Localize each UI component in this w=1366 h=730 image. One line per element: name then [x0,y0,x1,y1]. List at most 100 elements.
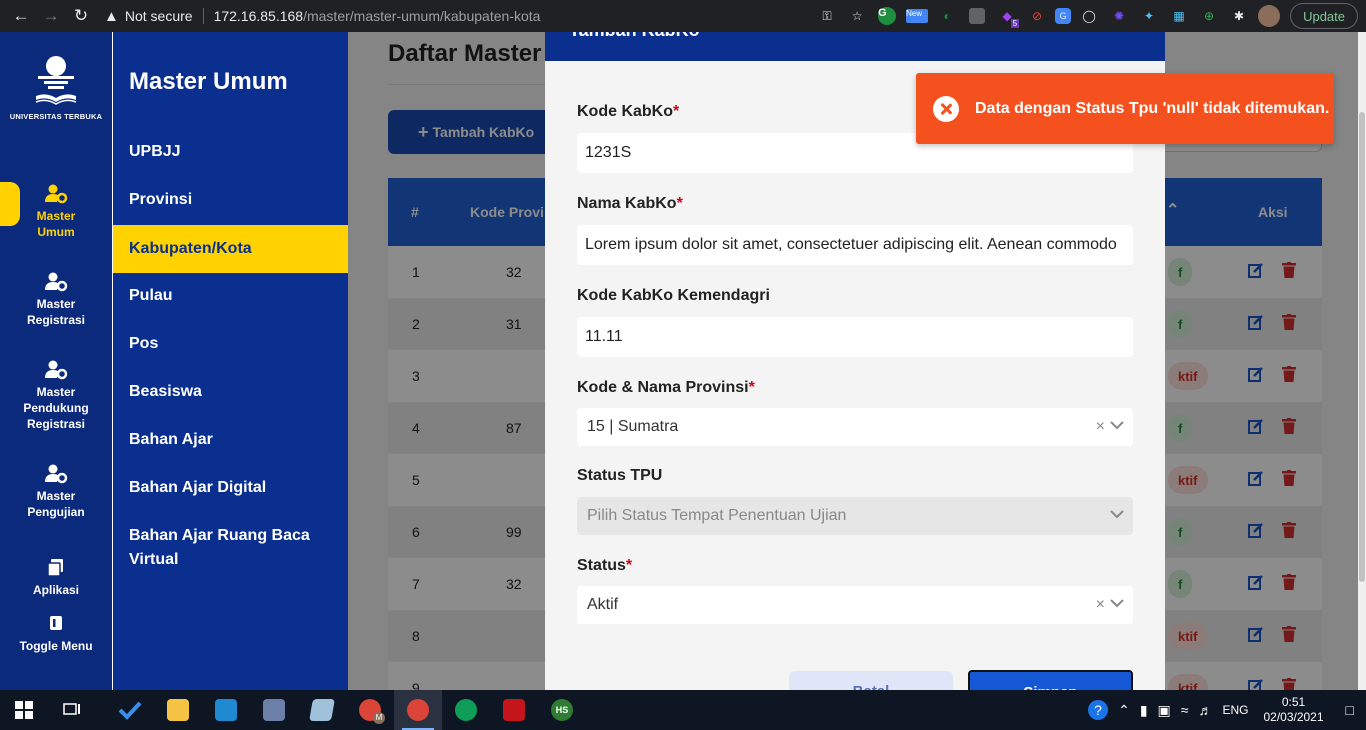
language-indicator[interactable]: ENG [1222,703,1248,717]
address-bar[interactable]: ▲ Not secure 172.16.85.168/master/master… [104,2,824,30]
extension-icon[interactable]: ⊘ [1025,4,1049,28]
url-divider [202,8,204,24]
wifi-icon[interactable]: ≈ [1181,702,1189,718]
url-host: 172.16.85.168 [213,8,304,24]
translate-icon[interactable]: G [1055,8,1072,24]
chrome-icon[interactable] [442,690,490,730]
rail-item-label: Master Registrasi [26,297,86,327]
rail-item-master-registrasi[interactable]: Master Registrasi [0,272,112,328]
rail-item-master-pengujian[interactable]: Master Pengujian [0,464,112,520]
app-icon[interactable] [298,690,346,730]
field-label-nama-kabko: Nama KabKo* [577,195,683,212]
submenu-item-bahan-ajar-ruang-baca[interactable]: Bahan Ajar Ruang Baca Virtual [113,524,313,572]
submenu-item-pos[interactable]: Pos [113,332,348,356]
icon-rail: UNIVERSITAS TERBUKA Master Umum Master R… [0,32,112,690]
puzzle-icon[interactable]: ✱ [1227,4,1251,28]
scroll-thumb[interactable] [1359,112,1365,582]
submenu-item-bahan-ajar[interactable]: Bahan Ajar [113,428,348,452]
volume-icon[interactable]: ♬ [1198,702,1212,718]
windows-start-icon[interactable] [0,690,48,730]
extension-icon[interactable]: ▦ [1167,4,1191,28]
extension-icon[interactable]: ✺ [1107,4,1131,28]
rail-item-label: Master Pengujian [27,489,85,519]
device-icon[interactable]: ▣ [1158,702,1171,719]
back-icon[interactable]: ← [6,2,36,30]
nama-kabko-input[interactable]: Lorem ipsum dolor sit amet, consectetuer… [577,225,1133,265]
rail-item-master-umum[interactable]: Master Umum [0,184,112,240]
clear-icon[interactable]: × [1096,596,1105,614]
clock[interactable]: 0:51 02/03/2021 [1263,695,1323,725]
browser-toolbar: ← → ↻ ▲ Not secure 172.16.85.168/master/… [0,0,1366,32]
microphone-icon[interactable]: ▮ [1140,702,1148,719]
modal-title: Tambah KabKo [569,32,700,40]
save-button[interactable]: Simpan [968,670,1133,690]
chevron-down-icon[interactable] [1109,417,1125,433]
field-label-provinsi: Kode & Nama Provinsi* [577,379,755,396]
submenu-item-upbjj[interactable]: UPBJJ [113,140,348,164]
logo-mark-icon [34,54,78,106]
status-selected-value: Aktif [587,596,619,613]
chevron-up-icon[interactable]: ⌃ [1118,702,1130,719]
url-path: /master/master-umum/kabupaten-kota [303,8,541,24]
forward-icon[interactable]: → [36,2,66,30]
plus-extension-icon[interactable]: ⊕ [1197,4,1221,28]
field-label-kode-kabko: Kode KabKo* [577,103,680,120]
grammarly-icon[interactable]: G [875,4,899,28]
page-scrollbar[interactable] [1358,32,1366,690]
chevron-down-icon[interactable] [1109,506,1125,522]
profile-badge: M [373,712,385,724]
users-gear-icon [45,184,68,204]
cancel-button[interactable]: Batal [789,671,953,690]
error-toast[interactable]: Data dengan Status Tpu 'null' tidak dite… [916,73,1334,144]
update-button[interactable]: Update [1290,3,1358,29]
submenu-item-pulau[interactable]: Pulau [113,284,348,308]
submenu-panel: Master Umum UPBJJ Provinsi Kabupaten/Kot… [113,32,348,690]
help-icon[interactable]: ? [1088,700,1109,720]
submenu-item-bahan-ajar-digital[interactable]: Bahan Ajar Digital [113,476,348,500]
submenu-item-kabupaten-kota[interactable]: Kabupaten/Kota [113,225,348,273]
status-select[interactable]: Aktif × [577,586,1133,624]
new-extension-icon[interactable]: New [905,4,929,28]
extension-icon[interactable]: ◐ [935,4,959,28]
system-tray: ? ⌃ ▮ ▣ ≈ ♬ ENG 0:51 02/03/2021 □ [1083,690,1366,730]
rail-item-toggle-menu[interactable]: Toggle Menu [0,614,112,654]
rail-item-label: Master Umum [36,209,76,239]
extension-icon[interactable]: ✦ [1137,4,1161,28]
kode-kemendagri-input[interactable]: 11.11 [577,317,1133,357]
submenu-item-provinsi[interactable]: Provinsi [113,188,348,212]
rail-item-label: Aplikasi [32,583,80,597]
remote-desktop-icon[interactable] [250,690,298,730]
reload-icon[interactable]: ↻ [66,2,96,30]
rail-item-label: Master Pendukung Registrasi [23,385,89,431]
extension-icon[interactable] [965,4,989,28]
chrome-icon[interactable] [394,690,442,730]
chrome-profile-m-icon[interactable]: M [346,690,394,730]
logo-text: UNIVERSITAS TERBUKA [9,112,103,121]
submenu-item-beasiswa[interactable]: Beasiswa [113,380,348,404]
extension-badge-icon[interactable]: ◆ 5 [995,4,1020,28]
chevron-down-icon[interactable] [1109,595,1125,611]
key-icon[interactable]: ⚿ [815,4,839,28]
extension-icon[interactable]: ◯ [1077,4,1101,28]
modal-header: Tambah KabKo [545,32,1165,61]
extensions-area: ⚿ ☆ G New ◐ ◆ 5 ⊘ G ◯ ✺ ✦ ▦ ⊕ ✱ Update [812,2,1358,30]
status-tpu-select[interactable]: Pilih Status Tempat Penentuan Ujian [577,497,1133,535]
provinsi-select[interactable]: 15 | Sumatra × [577,408,1133,446]
hs-app-icon[interactable]: HS [538,690,586,730]
security-label: Not secure [124,8,193,24]
vscode-icon[interactable] [202,690,250,730]
rail-item-aplikasi[interactable]: Aplikasi [0,558,112,598]
provinsi-selected-value: 15 | Sumatra [587,418,679,435]
profile-avatar[interactable] [1258,5,1281,27]
star-icon[interactable]: ☆ [845,4,869,28]
clear-icon[interactable]: × [1096,418,1105,436]
notification-icon[interactable]: □ [1346,702,1354,718]
status-tpu-placeholder: Pilih Status Tempat Penentuan Ujian [587,507,847,524]
file-explorer-icon[interactable] [154,690,202,730]
rail-item-master-pendukung[interactable]: Master Pendukung Registrasi [0,360,112,432]
task-view-icon[interactable] [48,690,96,730]
pdf-reader-icon[interactable] [490,690,538,730]
todo-app-icon[interactable] [106,690,154,730]
users-gear-icon [45,360,68,380]
rail-item-label: Toggle Menu [19,639,93,653]
